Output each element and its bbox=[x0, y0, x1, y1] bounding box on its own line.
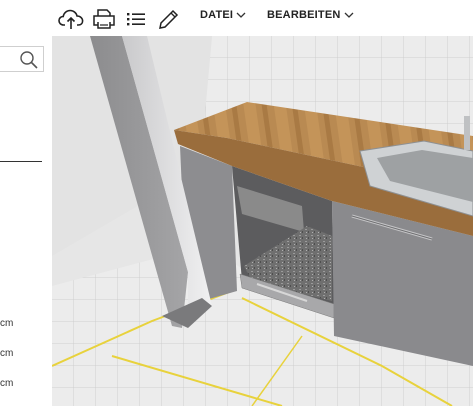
list-icon[interactable] bbox=[123, 7, 149, 31]
search-icon[interactable] bbox=[19, 50, 39, 70]
left-panel: cm cm cm bbox=[0, 36, 52, 406]
search-input[interactable] bbox=[0, 46, 44, 72]
cloud-upload-icon[interactable] bbox=[58, 7, 84, 31]
unit-label: cm bbox=[0, 318, 14, 329]
kitchen-scene bbox=[52, 36, 473, 406]
chevron-down-icon bbox=[236, 12, 246, 18]
kitchen-3d-viewport[interactable] bbox=[52, 36, 473, 406]
unit-label: cm bbox=[0, 378, 14, 389]
chevron-down-icon bbox=[344, 12, 353, 18]
top-toolbar: DATEI BEARBEITEN bbox=[0, 0, 473, 36]
menu-bearbeiten[interactable]: BEARBEITEN bbox=[267, 9, 354, 21]
menu-datei[interactable]: DATEI bbox=[200, 9, 246, 21]
panel-divider bbox=[0, 161, 42, 162]
pencil-icon[interactable] bbox=[155, 7, 181, 31]
faucet bbox=[464, 116, 470, 150]
menu-bearbeiten-label: BEARBEITEN bbox=[267, 9, 341, 21]
print-icon[interactable] bbox=[91, 7, 117, 31]
unit-label: cm bbox=[0, 348, 14, 359]
menu-datei-label: DATEI bbox=[200, 9, 234, 21]
